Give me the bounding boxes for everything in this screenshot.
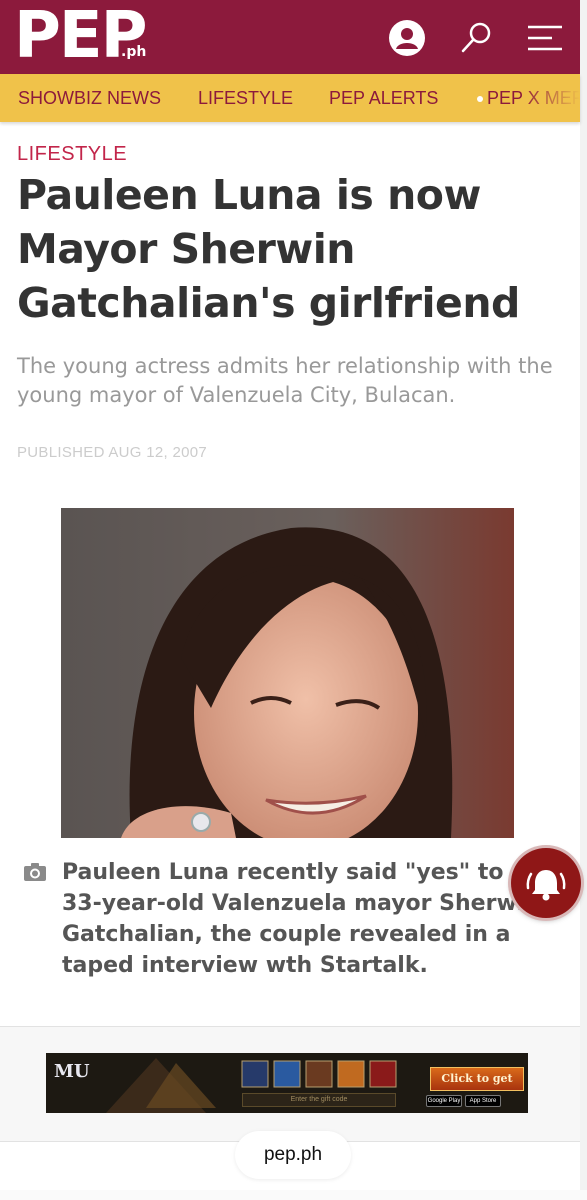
article-photo[interactable] bbox=[61, 508, 514, 838]
ad-logo: MU bbox=[54, 1061, 90, 1082]
nav-item-pep-alerts[interactable]: PEP ALERTS bbox=[329, 88, 438, 109]
photo-caption: Pauleen Luna recently said "yes" to 33-y… bbox=[62, 860, 540, 978]
nav-item-showbiz-news[interactable]: SHOWBIZ NEWS bbox=[18, 88, 161, 109]
browser-url-pill[interactable]: pep.ph bbox=[235, 1131, 351, 1179]
section-nav: SHOWBIZ NEWS LIFESTYLE PEP ALERTS PEP X … bbox=[0, 74, 580, 122]
published-date: PUBLISHED AUG 12, 2007 bbox=[17, 444, 208, 461]
ad-click-to-get-button[interactable]: Click to get bbox=[430, 1067, 524, 1091]
site-logo-suffix: .ph bbox=[121, 44, 147, 60]
bell-icon bbox=[526, 870, 566, 901]
menu-icon[interactable] bbox=[526, 19, 564, 57]
ad-banner[interactable]: MU Enter the gift code Click to get Goog… bbox=[46, 1053, 528, 1113]
nav-scroll-fade bbox=[520, 74, 580, 122]
nav-bullet bbox=[477, 96, 483, 102]
article-section-label[interactable]: LIFESTYLE bbox=[17, 143, 127, 166]
search-icon[interactable] bbox=[458, 19, 496, 57]
bottom-bar bbox=[0, 1190, 587, 1200]
article-headline: Pauleen Luna is now Mayor Sherwin Gatcha… bbox=[17, 171, 520, 327]
nav-item-lifestyle[interactable]: LIFESTYLE bbox=[198, 88, 293, 109]
ad-gift-code-field: Enter the gift code bbox=[242, 1093, 396, 1107]
article-dek: The young actress admits her relationshi… bbox=[17, 354, 553, 407]
google-play-badge[interactable]: Google Play bbox=[426, 1095, 462, 1107]
page-edge bbox=[580, 0, 587, 1200]
app-store-badge[interactable]: App Store bbox=[465, 1095, 501, 1107]
notification-bell-button[interactable] bbox=[511, 848, 581, 918]
user-icon[interactable] bbox=[388, 19, 426, 57]
site-header: PEP .ph bbox=[0, 0, 580, 74]
camera-icon bbox=[24, 863, 46, 881]
